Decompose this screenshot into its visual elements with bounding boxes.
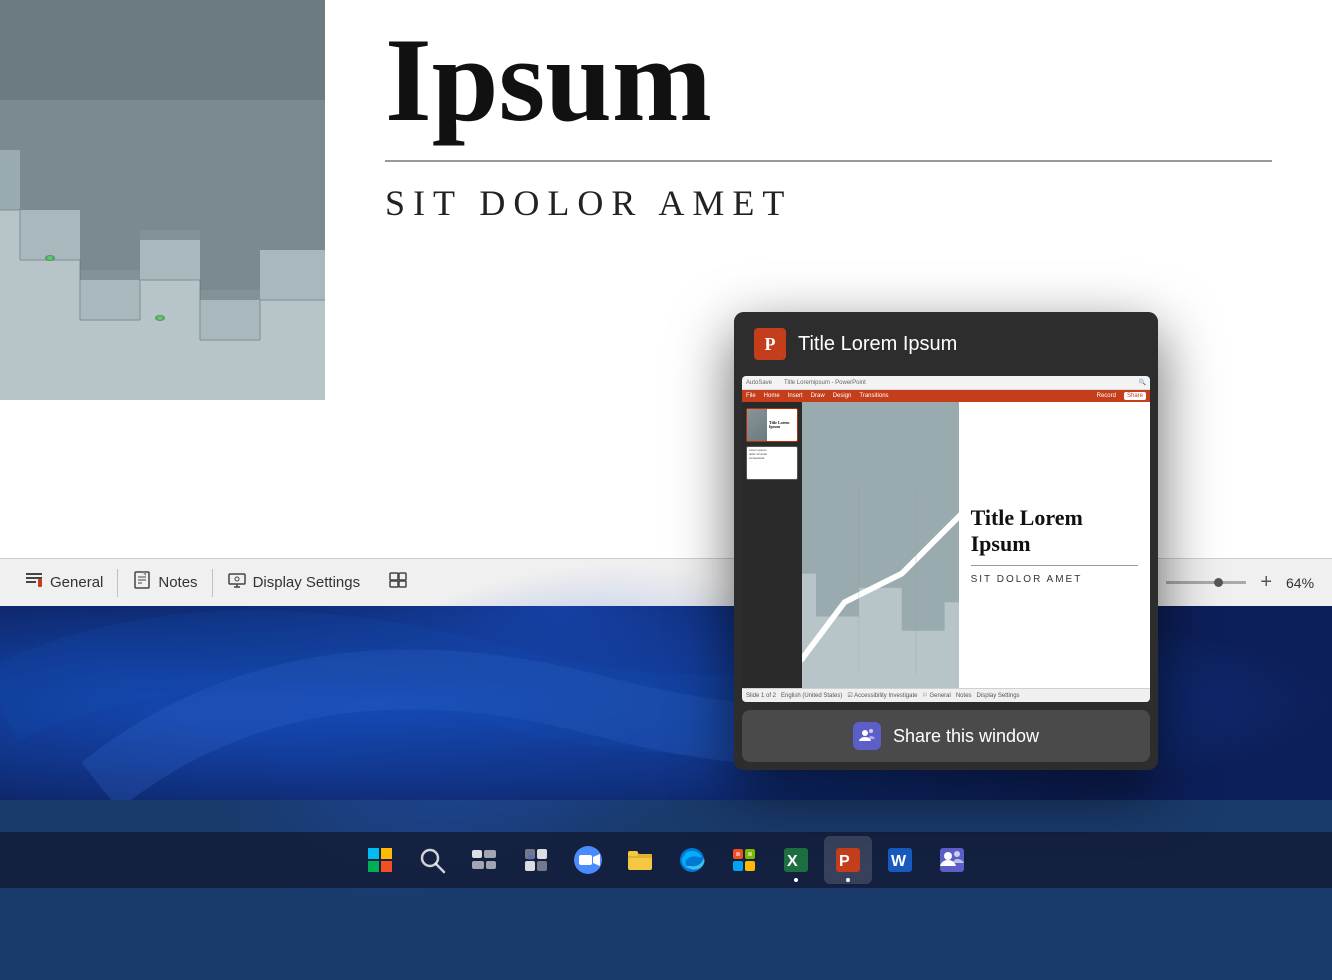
taskbar-dot-excel bbox=[794, 878, 798, 882]
zoom-percent: 64% bbox=[1286, 575, 1322, 591]
zoom-plus-button[interactable]: + bbox=[1254, 569, 1278, 596]
widgets-icon: ▤ bbox=[520, 844, 552, 876]
display-settings-icon bbox=[227, 570, 247, 595]
popup-ppt-icon: P bbox=[754, 328, 786, 360]
svg-text:X: X bbox=[787, 853, 798, 870]
svg-text:▤: ▤ bbox=[528, 855, 534, 861]
general-button[interactable]: General bbox=[10, 559, 117, 606]
taskbar-icon-store[interactable] bbox=[720, 836, 768, 884]
notes-button[interactable]: Notes bbox=[118, 559, 211, 606]
teams-share-icon bbox=[853, 722, 881, 750]
slide-subtitle: SIT DOLOR AMET bbox=[385, 182, 1272, 224]
ppt-canvas-text: Title LoremIpsum SIT DOLOR AMET bbox=[959, 402, 1150, 688]
svg-text:P: P bbox=[839, 853, 850, 870]
slide-panel: Title Lorem Ipsum Lorem ipsumdolor sit a… bbox=[742, 402, 802, 688]
taskview-icon bbox=[468, 844, 500, 876]
slide-image bbox=[0, 0, 325, 400]
taskbar-icon-zoom[interactable] bbox=[564, 836, 612, 884]
taskbar-icon-word[interactable]: W bbox=[876, 836, 924, 884]
ppt-status-bar: Slide 1 of 2 English (United States) ☑ A… bbox=[742, 688, 1150, 702]
popup-title: Title Lorem Ipsum bbox=[798, 333, 957, 356]
taskbar-icon-widgets[interactable]: ▤ bbox=[512, 836, 560, 884]
notes-label: Notes bbox=[158, 574, 197, 591]
view-button[interactable] bbox=[374, 559, 422, 606]
slide-title: Ipsum bbox=[385, 20, 1272, 140]
edge-icon bbox=[676, 844, 708, 876]
general-label: General bbox=[50, 574, 103, 591]
taskbar-icon-edge[interactable] bbox=[668, 836, 716, 884]
slide-thumb-2[interactable]: Lorem ipsumdolor sit ametconsectetur bbox=[746, 446, 798, 480]
general-icon bbox=[24, 570, 44, 595]
search-icon bbox=[416, 844, 448, 876]
ppt-canvas-title: Title LoremIpsum bbox=[971, 505, 1138, 558]
svg-text:W: W bbox=[891, 853, 907, 870]
taskbar-icon-powerpoint[interactable]: P bbox=[824, 836, 872, 884]
zoom-icon bbox=[572, 844, 604, 876]
ppt-preview: AutoSave Title Loremipsum - PowerPoint 🔍… bbox=[742, 376, 1150, 702]
ppt-canvas-divider bbox=[971, 565, 1138, 566]
word-icon: W bbox=[884, 844, 916, 876]
taskbar-icon-explorer[interactable] bbox=[616, 836, 664, 884]
popup-header: P Title Lorem Ipsum bbox=[734, 312, 1158, 376]
taskbar-icon-excel[interactable]: X bbox=[772, 836, 820, 884]
powerpoint-icon: P bbox=[832, 844, 864, 876]
taskbar-icon-start[interactable] bbox=[356, 836, 404, 884]
windows-start-icon bbox=[364, 844, 396, 876]
share-window-label: Share this window bbox=[893, 726, 1039, 747]
slide-thumb-1[interactable]: Title Lorem Ipsum bbox=[746, 408, 798, 442]
popup-window: P Title Lorem Ipsum AutoSave Title Lorem… bbox=[734, 312, 1158, 770]
taskbar-icon-taskview[interactable] bbox=[460, 836, 508, 884]
view-icon bbox=[388, 570, 408, 595]
file-explorer-icon bbox=[624, 844, 656, 876]
notes-icon bbox=[132, 570, 152, 595]
ppt-canvas-subtitle: SIT DOLOR AMET bbox=[971, 574, 1138, 585]
store-icon bbox=[728, 844, 760, 876]
taskbar-dot-powerpoint bbox=[846, 878, 850, 882]
taskbar-icon-teams[interactable] bbox=[928, 836, 976, 884]
display-settings-button[interactable]: Display Settings bbox=[213, 559, 375, 606]
slide-divider bbox=[385, 160, 1272, 162]
ppt-canvas-image bbox=[802, 402, 959, 688]
teams-icon bbox=[936, 844, 968, 876]
taskbar: ▤ bbox=[0, 832, 1332, 888]
display-settings-label: Display Settings bbox=[253, 574, 361, 591]
ppt-main-canvas: Title LoremIpsum SIT DOLOR AMET bbox=[802, 402, 1150, 688]
share-window-button[interactable]: Share this window bbox=[742, 710, 1150, 762]
taskbar-icon-search[interactable] bbox=[408, 836, 456, 884]
excel-icon: X bbox=[780, 844, 812, 876]
